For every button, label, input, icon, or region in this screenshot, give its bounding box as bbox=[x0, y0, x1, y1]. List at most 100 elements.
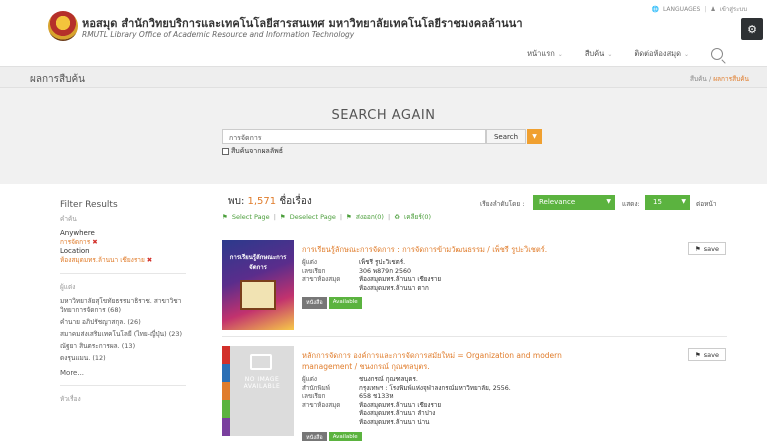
selected-filter-label: Anywhere bbox=[60, 229, 95, 237]
search-options-chevron-down-icon[interactable]: ▼ bbox=[527, 129, 542, 144]
user-icon: ♟ bbox=[710, 5, 716, 13]
divider: | bbox=[273, 213, 276, 221]
divider bbox=[60, 385, 186, 386]
chevron-down-icon: ⌄ bbox=[607, 51, 613, 58]
no-image-text: NO IMAGE AVAILABLE bbox=[243, 376, 281, 390]
record-title-link[interactable]: การเรียนรู้ลักษณะการจัดการ : การจัดการข้… bbox=[302, 244, 547, 255]
divider: | bbox=[339, 213, 343, 221]
save-button[interactable]: ⚑ save bbox=[688, 348, 726, 361]
page-size-select[interactable]: 15 ▼ bbox=[645, 195, 690, 210]
search-input[interactable]: การจัดการ bbox=[222, 129, 486, 144]
more-authors-link[interactable]: More... bbox=[60, 369, 186, 377]
record-metadata: ผู้แต่ง ชนงกรณ์ กุณฑลบุตร. สำนักพิมพ์ กรุง… bbox=[302, 376, 511, 427]
meta-row: ผู้แต่ง เพ็ชรี รูปะวิเชตร์. bbox=[302, 259, 406, 266]
result-record: NO IMAGE AVAILABLE หลักการจัดการ องค์การ… bbox=[222, 346, 727, 441]
export-link[interactable]: ส่งออก(0) bbox=[356, 212, 384, 222]
divider bbox=[60, 273, 186, 274]
meta-row: เลขเรียก 306 พ879ก 2560 bbox=[302, 267, 412, 275]
facet-item-author[interactable]: คำนาย อภิปรัชญาสกุล. (26) bbox=[60, 318, 186, 327]
result-unit: ชื่อเรื่อง bbox=[279, 196, 312, 207]
search-within-checkbox[interactable]: สืบค้นจากผลลัพธ์ bbox=[222, 146, 283, 157]
globe-icon: 🌐 bbox=[651, 5, 659, 13]
breadcrumb-root[interactable]: สืบค้น bbox=[690, 75, 707, 83]
clear-link[interactable]: เคลียร์(0) bbox=[404, 212, 431, 222]
page-size-label: แสดง: bbox=[622, 200, 640, 208]
found-label: พบ: bbox=[228, 196, 245, 207]
export-icon: ⚑ bbox=[346, 213, 352, 221]
select-page-icon: ⚑ bbox=[222, 213, 228, 221]
utility-bar: 🌐 LANGUAGES | ♟ เข้าสู่ระบบ bbox=[651, 4, 747, 14]
filter-title: Filter Results bbox=[60, 200, 118, 210]
book-illustration-icon bbox=[240, 280, 276, 310]
record-badges: หนังสือ Available bbox=[302, 432, 362, 441]
page-size-value: 15 bbox=[653, 198, 662, 206]
search-heading: SEARCH AGAIN bbox=[331, 108, 436, 123]
breadcrumb: สืบค้น / ผลการสืบค้น bbox=[690, 74, 749, 84]
site-subtitle: RMUTL Library Office of Academic Resourc… bbox=[82, 30, 355, 39]
site-header: หอสมุด สำนักวิทยบริการและเทคโนโลยีสารสนเ… bbox=[0, 0, 767, 66]
meta-row: สาขาห้องสมุด ห้องสมุดมทร.ล้านนา เชียงราย bbox=[302, 276, 442, 283]
search-button[interactable]: Search bbox=[486, 129, 526, 144]
facet-item-author[interactable]: ดงรุนแมน. (12) bbox=[60, 354, 186, 363]
page-title-bar: ผลการสืบค้น สืบค้น / ผลการสืบค้น bbox=[0, 66, 767, 88]
divider bbox=[222, 336, 727, 337]
facet-item-author[interactable]: มหาวิทยาลัยสุโขทัยธรรมาธิราช. สาขาวิชาวิ… bbox=[60, 297, 186, 315]
nav-item-search[interactable]: สืบค้น ⌄ bbox=[585, 48, 613, 60]
facet-heading-subject: หัวเรื่อง bbox=[60, 395, 81, 403]
nav-item-contact[interactable]: ติดต่อห้องสมุด ⌄ bbox=[634, 48, 689, 60]
divider: | bbox=[387, 213, 391, 221]
login-link[interactable]: เข้าสู่ระบบ bbox=[720, 4, 747, 14]
nav-item-home[interactable]: หน้าแรก ⌄ bbox=[527, 48, 563, 60]
per-page-label: ต่อหน้า bbox=[696, 200, 717, 208]
bookmark-icon: ⚑ bbox=[694, 244, 701, 253]
checkbox[interactable] bbox=[222, 148, 229, 155]
deselect-page-link[interactable]: Deselect Page bbox=[290, 213, 336, 221]
meta-row: ห้องสมุดมทร.ล้านนา ตาก bbox=[359, 284, 429, 292]
record-badges: หนังสือ Available bbox=[302, 297, 362, 309]
deselect-page-icon: ⚑ bbox=[279, 213, 286, 221]
facet-item-author[interactable]: สมาคมส่งเสริมเทคโนโลยี (ไทย-ญี่ปุ่น) (23… bbox=[60, 330, 186, 339]
sort-select[interactable]: Relevance ▼ bbox=[533, 195, 615, 210]
bulk-actions: ⚑ Select Page | ⚑ Deselect Page | ⚑ ส่งอ… bbox=[222, 212, 431, 222]
result-count-value: 1,571 bbox=[247, 196, 277, 207]
chevron-down-icon: ⌄ bbox=[557, 51, 563, 58]
page-title: ผลการสืบค้น bbox=[30, 74, 86, 85]
meta-row: ห้องสมุดมทร.ล้านนา ลำปาง bbox=[359, 410, 436, 417]
cover-title: การเรียนรู้ลักษณะการจัดการ bbox=[229, 254, 287, 271]
image-placeholder-icon bbox=[250, 354, 272, 370]
sort-label: เรียงลำดับโดย : bbox=[480, 200, 525, 208]
format-badge: หนังสือ bbox=[302, 297, 327, 309]
search-icon[interactable] bbox=[711, 48, 723, 60]
selected-filter-label: Location bbox=[60, 247, 90, 255]
book-cover-image[interactable]: การเรียนรู้ลักษณะการจัดการ bbox=[222, 240, 294, 330]
filter-sidebar: Filter Results คำค้น Anywhere การจัดการ ✖… bbox=[60, 200, 186, 409]
select-page-link[interactable]: Select Page bbox=[232, 213, 270, 221]
facet-heading-keyword: คำค้น bbox=[60, 215, 77, 223]
meta-row: เลขเรียก 658 ช133ห bbox=[302, 393, 394, 400]
bookmark-icon: ⚑ bbox=[694, 350, 701, 359]
record-metadata: ผู้แต่ง เพ็ชรี รูปะวิเชตร์. เลขเรียก 306 พ… bbox=[302, 259, 441, 293]
meta-row: สำนักพิมพ์ กรุงเทพฯ : โรงพิมพ์แห่งจุฬาลงก… bbox=[302, 384, 511, 392]
selected-filter-value[interactable]: การจัดการ ✖ bbox=[60, 238, 186, 247]
languages-link[interactable]: LANGUAGES bbox=[663, 6, 700, 13]
availability-badge: Available bbox=[328, 297, 362, 309]
chevron-down-icon: ⌄ bbox=[683, 51, 689, 58]
university-logo-icon[interactable] bbox=[48, 11, 78, 41]
result-record: การเรียนรู้ลักษณะการจัดการ การเรียนรู้ลั… bbox=[222, 240, 727, 335]
chevron-down-icon: ▼ bbox=[606, 198, 611, 205]
facet-item-author[interactable]: ณัฐยา สินตระการผล. (13) bbox=[60, 342, 186, 351]
selected-filter-value[interactable]: ห้องสมุดมทร.ล้านนา เชียงราย ✖ bbox=[60, 256, 186, 265]
sort-value: Relevance bbox=[539, 198, 576, 206]
format-badge: หนังสือ bbox=[302, 432, 327, 441]
save-button[interactable]: ⚑ save bbox=[688, 242, 726, 255]
remove-filter-icon[interactable]: ✖ bbox=[147, 256, 152, 264]
availability-badge: Available bbox=[328, 432, 362, 441]
settings-gear-icon[interactable]: ⚙ bbox=[741, 18, 763, 40]
search-again-panel: SEARCH AGAIN การจัดการ Search ▼ สืบค้นจา… bbox=[0, 88, 767, 184]
results-count: พบ: 1,571 ชื่อเรื่อง bbox=[228, 194, 312, 209]
book-cover-placeholder[interactable]: NO IMAGE AVAILABLE bbox=[222, 346, 294, 436]
record-title-link[interactable]: หลักการจัดการ องค์การและการจัดการสมัยใหม… bbox=[302, 350, 602, 372]
facet-heading-author: ผู้แต่ง bbox=[60, 283, 76, 291]
meta-row: ห้องสมุดมทร.ล้านนา น่าน bbox=[359, 418, 430, 426]
remove-filter-icon[interactable]: ✖ bbox=[92, 238, 97, 246]
